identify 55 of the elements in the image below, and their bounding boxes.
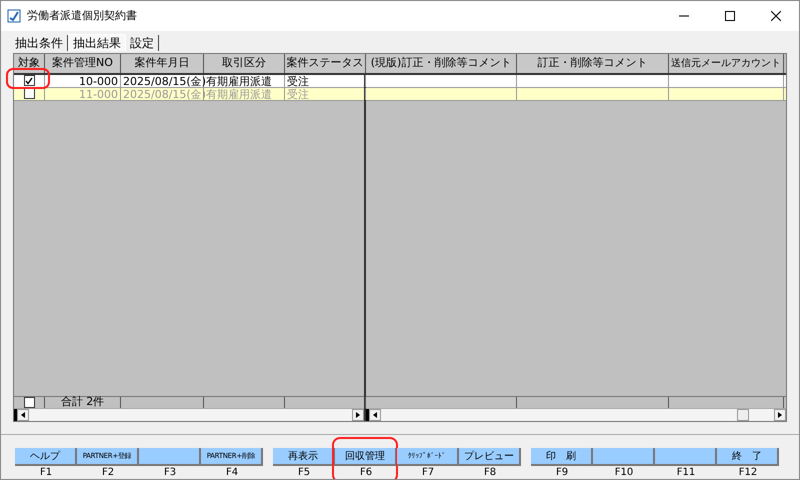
column-header[interactable]: 案件年月日: [121, 54, 204, 73]
table-cell: 有期雇用派遣: [204, 88, 285, 100]
column-header[interactable]: 取引区分: [204, 54, 285, 73]
function-key-button[interactable]: [655, 448, 717, 466]
function-key-button[interactable]: [593, 448, 655, 466]
function-key-button[interactable]: プレビュー: [459, 448, 521, 466]
function-key-label: F10: [614, 467, 634, 479]
scrollbar-thumb[interactable]: [737, 409, 749, 421]
table-row[interactable]: 10-000 2025/08/15(金)有期雇用派遣 受注: [14, 74, 364, 88]
horizontal-scrollbar[interactable]: [366, 408, 786, 421]
left-arrow-icon: [373, 412, 377, 418]
function-key-label: F9: [556, 467, 568, 479]
function-key-label: F6: [360, 467, 372, 479]
function-key-button[interactable]: 終 了: [717, 448, 779, 466]
column-header[interactable]: 案件管理NO: [45, 54, 121, 73]
table-cell: 11-000: [45, 88, 121, 100]
column-header[interactable]: (現版)訂正・削除等コメント: [366, 54, 517, 73]
function-key-label: F4: [226, 467, 238, 479]
scroll-left-button[interactable]: [17, 409, 29, 421]
function-key-label: F8: [484, 467, 496, 479]
function-key-label: F3: [164, 467, 176, 479]
column-header[interactable]: 送信元メールアカウント: [669, 54, 784, 73]
window-title: 労働者派遣個別契約書: [27, 8, 137, 24]
function-key-label: F5: [298, 467, 310, 479]
function-key-button[interactable]: 印 刷: [531, 448, 593, 466]
function-key-label: F11: [676, 467, 696, 479]
column-header[interactable]: 訂正・削除等コメント: [517, 54, 669, 73]
scroll-right-button[interactable]: [352, 409, 364, 421]
function-key-label: F12: [738, 467, 758, 479]
left-arrow-icon: [21, 412, 25, 418]
row-checkbox[interactable]: [24, 397, 34, 408]
table-cell: 有期雇用派遣: [204, 74, 285, 87]
tab[interactable]: 抽出結果: [68, 34, 126, 51]
scroll-right-button[interactable]: [774, 409, 786, 421]
app-icon: [7, 9, 21, 23]
table-row[interactable]: [366, 74, 786, 88]
checkmark-icon: [25, 76, 33, 85]
function-key-label: F7: [422, 467, 434, 479]
horizontal-scrollbar[interactable]: [14, 408, 364, 421]
table-cell: 2025/08/15(金): [121, 74, 204, 87]
total-count: 合計 2件: [60, 394, 104, 410]
scroll-left-button[interactable]: [369, 409, 381, 421]
function-key-button[interactable]: 再表示: [273, 448, 335, 466]
function-key-label: F1: [40, 467, 52, 479]
table-cell: 10-000: [45, 74, 121, 87]
function-key-label: F2: [102, 467, 114, 479]
column-header[interactable]: 案件ステータス: [285, 54, 366, 73]
function-key-button[interactable]: [139, 448, 201, 466]
right-arrow-icon: [778, 412, 782, 418]
row-checkbox[interactable]: [24, 88, 34, 100]
function-key-button[interactable]: 回収管理: [335, 448, 397, 466]
tab[interactable]: 設定: [126, 34, 159, 51]
right-arrow-icon: [356, 412, 360, 418]
row-checkbox[interactable]: [24, 75, 34, 86]
function-key-button[interactable]: ヘルプ: [15, 448, 77, 466]
